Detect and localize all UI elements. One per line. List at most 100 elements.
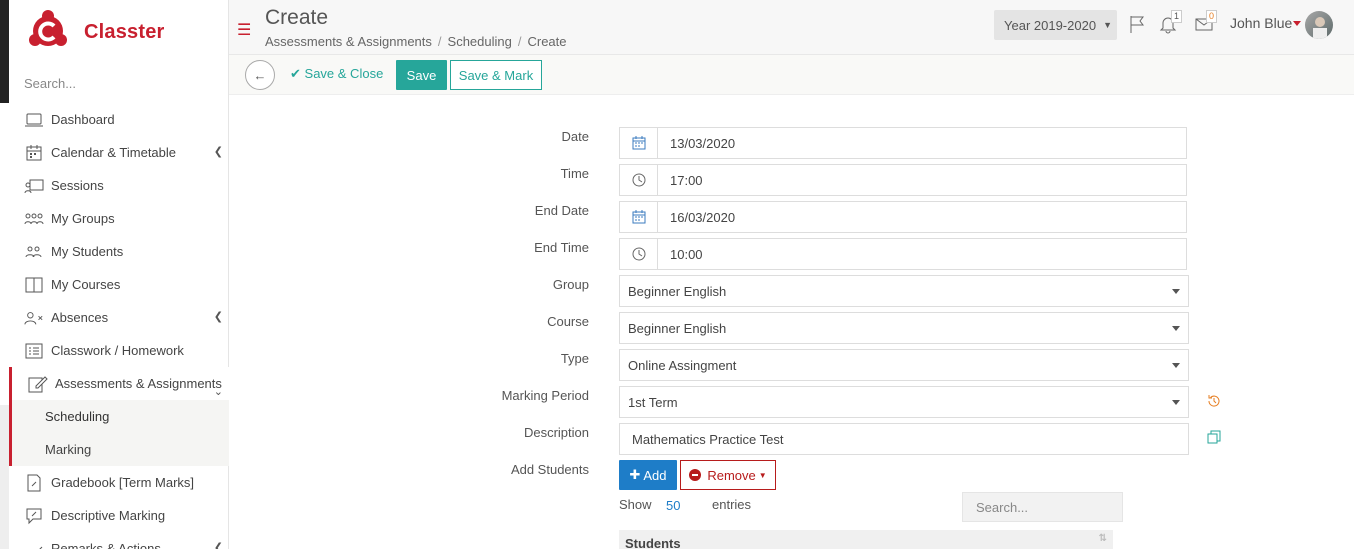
sidebar-item-scheduling[interactable]: Scheduling	[12, 400, 229, 433]
sidebar-item-label: Dashboard	[51, 112, 115, 127]
end-time-value: 10:00	[670, 246, 703, 262]
remove-button[interactable]: Remove ▼	[680, 460, 776, 490]
date-field[interactable]: 13/03/2020	[619, 127, 1187, 159]
clock-icon[interactable]	[620, 239, 658, 269]
calendar-icon	[24, 144, 44, 162]
sidebar-item-calendar[interactable]: Calendar & Timetable ❮	[9, 136, 229, 169]
description-label: Description	[523, 425, 589, 440]
sidebar-item-sessions[interactable]: Sessions	[9, 169, 229, 202]
app: Classter Search... Dashboard Calendar & …	[0, 0, 1354, 549]
sidebar-item-label: Gradebook [Term Marks]	[51, 475, 195, 490]
sidebar-nav: Dashboard Calendar & Timetable ❮ Session…	[9, 103, 229, 549]
caret-down-icon: ▼	[1103, 20, 1112, 30]
sidebar-item-label: My Groups	[51, 211, 115, 226]
add-students-label: Add Students	[510, 462, 589, 477]
sidebar-item-label: Scheduling	[45, 409, 110, 424]
breadcrumb-separator: /	[437, 34, 442, 49]
sidebar-item-marking[interactable]: Marking	[12, 433, 229, 466]
end-time-field[interactable]: 10:00	[619, 238, 1187, 270]
save-mark-button[interactable]: Save & Mark	[450, 60, 542, 90]
laptop-icon	[24, 111, 44, 129]
calendar-icon[interactable]	[620, 202, 658, 232]
page-size-select[interactable]: 50	[666, 498, 680, 513]
chevron-left-icon: ❮	[213, 146, 223, 158]
hamburger-menu-icon[interactable]: ☰	[237, 20, 251, 40]
sort-icon[interactable]: ⇅	[1099, 533, 1107, 544]
type-select[interactable]: Online Assingment	[619, 349, 1189, 381]
caret-down-icon[interactable]	[1293, 21, 1301, 26]
copy-icon[interactable]	[1207, 430, 1221, 444]
students-icon	[24, 243, 44, 261]
classter-logo-icon[interactable]	[28, 10, 68, 52]
back-button[interactable]: ←	[245, 60, 275, 90]
toolbar: ← ✔ Save & Close Save Save & Mark	[229, 55, 1354, 95]
marking-period-value: 1st Term	[628, 394, 678, 410]
end-date-field[interactable]: 16/03/2020	[619, 201, 1187, 233]
sidebar-item-my-groups[interactable]: My Groups	[9, 202, 229, 235]
group-select[interactable]: Beginner English	[619, 275, 1189, 307]
remarks-icon	[24, 540, 44, 549]
sidebar-item-assessments[interactable]: Assessments & Assignments ⌄	[9, 367, 229, 400]
add-label: Add	[643, 467, 667, 483]
caret-down-icon	[1172, 289, 1180, 294]
sidebar-item-descriptive-marking[interactable]: Descriptive Marking	[9, 499, 229, 532]
page-title: Create	[265, 6, 329, 29]
save-button[interactable]: Save	[396, 60, 447, 90]
group-icon	[24, 210, 44, 228]
breadcrumb: Assessments & Assignments / Scheduling / Cre…	[265, 34, 567, 49]
caret-down-icon: ▼	[758, 470, 767, 480]
sidebar-search-input[interactable]: Search...	[24, 76, 76, 91]
end-time-label: End Time	[534, 240, 589, 255]
group-label: Group	[552, 277, 589, 292]
course-select[interactable]: Beginner English	[619, 312, 1189, 344]
show-label: Show	[619, 497, 652, 512]
flag-icon[interactable]	[1128, 14, 1148, 34]
sidebar-item-my-students[interactable]: My Students	[9, 235, 229, 268]
caret-down-icon	[1172, 400, 1180, 405]
sidebar: Classter Search... Dashboard Calendar & …	[0, 0, 229, 549]
avatar[interactable]	[1305, 11, 1333, 39]
messages-badge: 0	[1206, 10, 1218, 23]
year-selector[interactable]: Year 2019-2020 ▼	[994, 10, 1117, 40]
sidebar-edge	[0, 0, 9, 103]
clock-icon[interactable]	[620, 165, 658, 195]
user-name[interactable]: John Blue	[1230, 15, 1292, 31]
course-label: Course	[547, 314, 589, 329]
add-button[interactable]: ✚ Add	[619, 460, 677, 490]
list-icon	[24, 342, 44, 360]
breadcrumb-item: Create	[527, 34, 567, 49]
sidebar-item-label: Assessments & Assignments	[55, 376, 222, 391]
calendar-icon[interactable]	[620, 128, 658, 158]
save-close-button[interactable]: ✔ Save & Close	[290, 66, 383, 82]
sidebar-item-label: Remarks & Actions	[51, 541, 161, 549]
chevron-left-icon: ❮	[213, 542, 223, 549]
arrow-left-icon: ←	[253, 67, 267, 83]
sidebar-scroll-track[interactable]	[0, 405, 9, 549]
breadcrumb-item[interactable]: Assessments & Assignments	[265, 34, 432, 49]
end-date-value: 16/03/2020	[670, 209, 736, 225]
header: ☰ Create Assessments & Assignments / Sched…	[229, 0, 1354, 55]
breadcrumb-item[interactable]: Scheduling	[448, 34, 512, 49]
type-value: Online Assingment	[628, 357, 737, 373]
sidebar-item-my-courses[interactable]: My Courses	[9, 268, 229, 301]
sidebar-item-remarks[interactable]: Remarks & Actions ❮	[9, 532, 229, 549]
sidebar-item-classwork[interactable]: Classwork / Homework	[9, 334, 229, 367]
book-icon	[24, 276, 44, 294]
date-value: 13/03/2020	[670, 135, 736, 151]
time-field[interactable]: 17:00	[619, 164, 1187, 196]
type-label: Type	[560, 351, 589, 366]
table-search-input[interactable]: Search...	[962, 492, 1123, 522]
plus-icon: ✚	[629, 467, 641, 482]
marking-period-select[interactable]: 1st Term	[619, 386, 1189, 418]
minus-circle-icon	[689, 469, 702, 481]
sidebar-item-absences[interactable]: Absences ❮	[9, 301, 229, 334]
sidebar-item-label: Absences	[51, 310, 109, 325]
sidebar-item-gradebook[interactable]: Gradebook [Term Marks]	[9, 466, 229, 499]
sidebar-item-label: Marking	[45, 442, 92, 457]
sidebar-item-label: Classwork / Homework	[51, 343, 184, 358]
students-column-header[interactable]: Students ⇅	[619, 530, 1113, 549]
time-value: 17:00	[670, 172, 703, 188]
sidebar-item-dashboard[interactable]: Dashboard	[9, 103, 229, 136]
history-icon[interactable]	[1207, 394, 1221, 408]
description-input[interactable]: Mathematics Practice Test	[619, 423, 1189, 455]
